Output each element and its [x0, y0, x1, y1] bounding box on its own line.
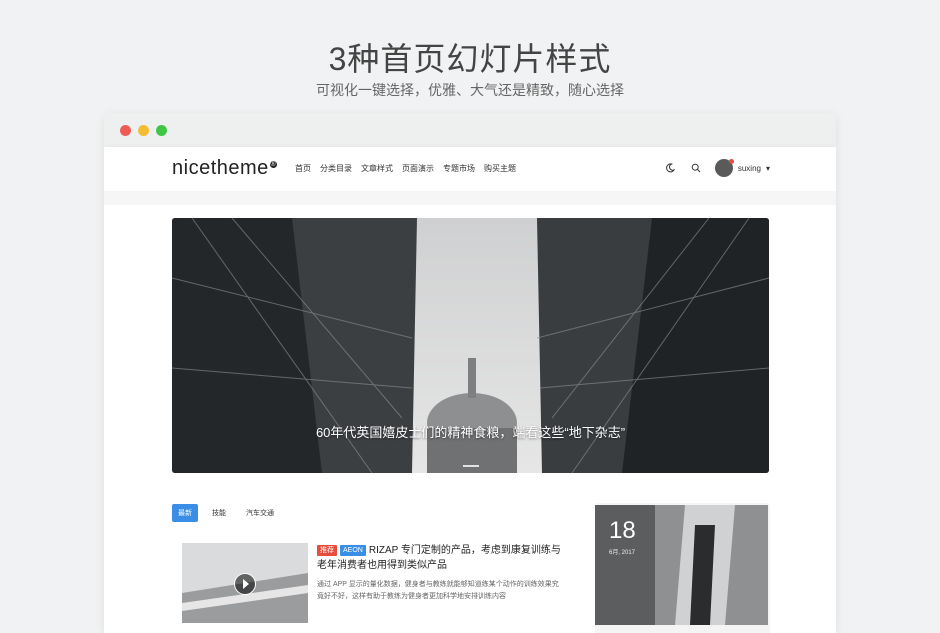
browser-chrome — [104, 113, 836, 147]
maximize-dot[interactable] — [156, 125, 167, 136]
list-item[interactable]: 推荐 AEON RIZAP 专门定制的产品，考虑到康复训练与老年消费者也用得到类似产… — [172, 543, 566, 633]
article-excerpt: 通过 APP 显示的量化数据，健身者与教练就能够知道练某个动作的训练效果究竟好不… — [317, 581, 559, 600]
nav-item-page-demo[interactable]: 页面演示 — [402, 163, 434, 174]
tab-auto[interactable]: 汽车交通 — [240, 504, 280, 522]
tag-aeon[interactable]: AEON — [340, 545, 366, 556]
moon-icon[interactable] — [663, 161, 677, 175]
nav-item-article-styles[interactable]: 文章样式 — [361, 163, 393, 174]
article-tabs: 最新 技能 汽车交通 — [172, 504, 280, 522]
side-post-card[interactable]: 18 6月, 2017 — [595, 503, 770, 633]
avatar — [714, 159, 734, 177]
promo-subtitle: 可视化一键选择，优雅、大气还是精致，随心选择 — [316, 82, 624, 98]
site-logo[interactable]: nicetheme ® — [172, 157, 277, 180]
username: suxing — [737, 163, 761, 173]
main-nav: 首页 分类目录 文章样式 页面演示 专题市场 购买主题 — [295, 163, 516, 174]
header-divider — [104, 191, 836, 205]
site-header: nicetheme ® 首页 分类目录 文章样式 页面演示 专题市场 购买主题 s… — [104, 147, 836, 191]
slide-indicator[interactable] — [462, 465, 479, 467]
nav-item-home[interactable]: 首页 — [295, 163, 311, 174]
article-title[interactable]: 推荐 AEON RIZAP 专门定制的产品，考虑到康复训练与老年消费者也用得到类似产… — [317, 543, 562, 573]
side-post-image: 18 6月, 2017 — [595, 505, 768, 625]
promo-title: 3种首页幻灯片样式 — [328, 41, 612, 77]
nav-item-buy-theme[interactable]: 购买主题 — [484, 163, 516, 174]
nav-item-topic-market[interactable]: 专题市场 — [443, 163, 475, 174]
tab-latest[interactable]: 最新 — [172, 504, 198, 522]
post-day: 18 — [609, 517, 636, 544]
browser-window: nicetheme ® 首页 分类目录 文章样式 页面演示 专题市场 购买主题 s… — [104, 113, 836, 633]
tag-recommend[interactable]: 推荐 — [317, 545, 337, 556]
post-month: 6月, 2017 — [609, 550, 636, 556]
logo-mark: ® — [269, 161, 277, 168]
user-menu[interactable]: suxing ▾ — [714, 159, 770, 177]
article-thumbnail[interactable] — [182, 543, 308, 623]
nav-item-categories[interactable]: 分类目录 — [320, 163, 352, 174]
search-icon[interactable] — [689, 161, 703, 175]
hero-slider[interactable]: 60年代英国嬉皮士们的精神食粮，端看这些“地下杂志” — [172, 218, 769, 473]
tab-skills[interactable]: 技能 — [206, 504, 232, 522]
chevron-down-icon: ▾ — [765, 163, 770, 173]
slide-caption[interactable]: 60年代英国嬉皮士们的精神食粮，端看这些“地下杂志” — [172, 422, 769, 441]
minimize-dot[interactable] — [138, 125, 149, 136]
close-dot[interactable] — [120, 125, 131, 136]
play-icon[interactable] — [234, 573, 256, 595]
header-actions: suxing ▾ — [663, 159, 770, 177]
